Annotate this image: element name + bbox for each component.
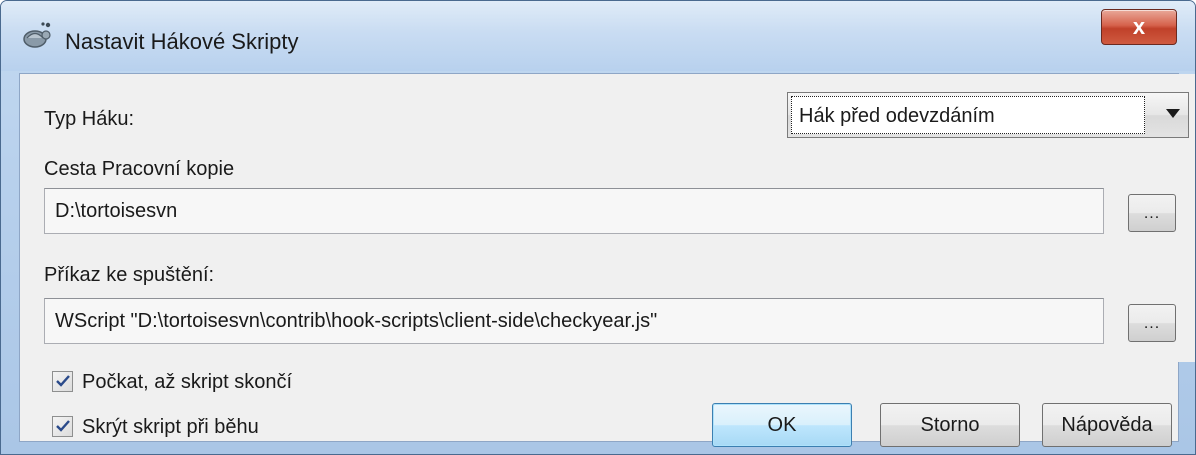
wait-checkbox[interactable] xyxy=(52,371,73,392)
chevron-down-icon[interactable] xyxy=(1166,109,1180,118)
title-bar[interactable]: Nastavit Hákové Skripty x xyxy=(1,1,1195,71)
browse-working-copy-button[interactable]: ... xyxy=(1128,194,1176,232)
wait-checkbox-label[interactable]: Počkat, až skript skončí xyxy=(82,371,292,394)
checkmark-icon xyxy=(56,375,70,387)
close-button[interactable]: x xyxy=(1101,9,1177,45)
dialog-client-area: Typ Háku: Hák před odevzdáním Cesta Prac… xyxy=(19,73,1195,447)
hook-type-selected: Hák před odevzdáním xyxy=(799,105,995,127)
help-button[interactable]: Nápověda xyxy=(1042,403,1172,447)
command-value: WScript "D:\tortoisesvn\contrib\hook-scr… xyxy=(55,310,658,332)
working-copy-value: D:\tortoisesvn xyxy=(55,200,178,222)
hook-type-selected-box: Hák před odevzdáním xyxy=(791,96,1145,134)
cancel-button[interactable]: Storno xyxy=(880,403,1020,447)
browse-command-button[interactable]: ... xyxy=(1128,304,1176,342)
hide-checkbox[interactable] xyxy=(52,416,73,437)
window-title: Nastavit Hákové Skripty xyxy=(65,29,299,54)
working-copy-input[interactable]: D:\tortoisesvn xyxy=(44,188,1104,234)
ok-button[interactable]: OK xyxy=(712,403,852,447)
hook-type-label: Typ Háku: xyxy=(44,108,135,130)
working-copy-label: Cesta Pracovní kopie xyxy=(44,158,235,180)
tortoise-icon xyxy=(19,19,53,53)
hook-type-dropdown[interactable]: Hák před odevzdáním xyxy=(787,92,1189,138)
close-icon: x xyxy=(1132,14,1146,39)
command-label: Příkaz ke spuštění: xyxy=(44,264,215,286)
command-input[interactable]: WScript "D:\tortoisesvn\contrib\hook-scr… xyxy=(44,298,1104,344)
dialog-window: Nastavit Hákové Skripty x Typ Háku: Hák … xyxy=(0,0,1196,455)
hide-checkbox-label[interactable]: Skrýt skript při běhu xyxy=(82,416,259,439)
checkmark-icon xyxy=(56,420,70,432)
